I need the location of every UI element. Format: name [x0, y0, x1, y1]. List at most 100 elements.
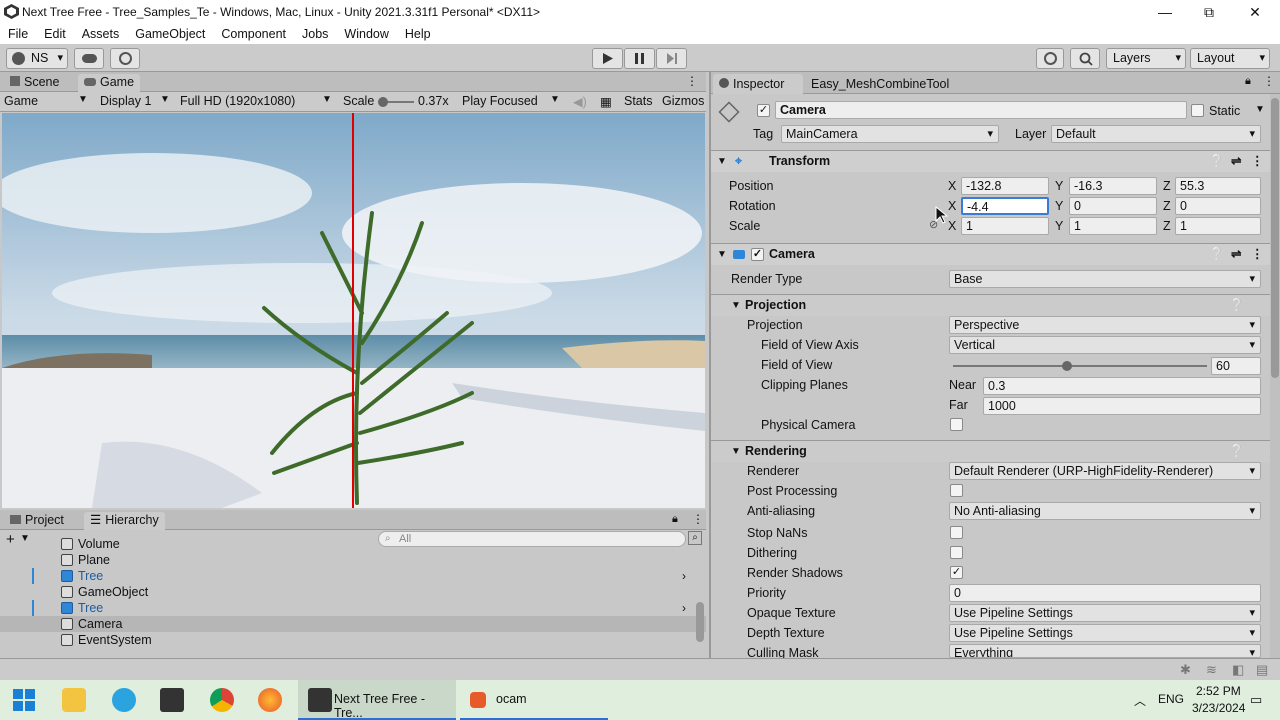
layers-dropdown[interactable]: Layers	[1106, 48, 1186, 69]
lock-icon[interactable]: 🔒︎	[672, 513, 678, 526]
notification-center-icon[interactable]: ▭	[1250, 692, 1262, 708]
more-options-icon[interactable]: ⋮	[692, 512, 704, 526]
camera-enabled-checkbox[interactable]: ✓	[751, 248, 764, 261]
tab-easy-mesh-combine[interactable]: Easy_MeshCombineTool	[805, 74, 955, 94]
history-button[interactable]	[1036, 48, 1064, 69]
fov-slider[interactable]	[953, 361, 1207, 371]
rotation-z-field[interactable]: 0	[1175, 197, 1261, 215]
object-name-field[interactable]: Camera	[775, 101, 1187, 119]
notification-icon[interactable]: ▤	[1256, 662, 1268, 678]
stats-button[interactable]: Stats	[624, 94, 653, 108]
transform-header[interactable]: ▼ ⌖ Transform ❔ ⇌ ⋮	[711, 150, 1271, 172]
taskbar-unity-window[interactable]: Next Tree Free - Tre...	[298, 680, 456, 720]
menu-window[interactable]: Window	[336, 27, 396, 41]
hierarchy-item[interactable]: Tree ›	[0, 568, 706, 584]
culling-mask-dropdown[interactable]: Everything	[949, 644, 1261, 658]
position-y-field[interactable]: -16.3	[1069, 177, 1157, 195]
projection-dropdown[interactable]: Perspective	[949, 316, 1261, 334]
lock-icon[interactable]: 🔒︎	[1245, 75, 1251, 88]
tab-scene[interactable]: Scene	[4, 74, 65, 92]
menu-help[interactable]: Help	[397, 27, 439, 41]
physical-camera-checkbox[interactable]	[950, 418, 963, 431]
anti-aliasing-dropdown[interactable]: No Anti-aliasing	[949, 502, 1261, 520]
menu-edit[interactable]: Edit	[36, 27, 74, 41]
presets-icon[interactable]: ⇌	[1231, 151, 1241, 172]
chevron-down-icon[interactable]: ▼	[1255, 104, 1265, 115]
position-x-field[interactable]: -132.8	[961, 177, 1049, 195]
priority-field[interactable]: 0	[949, 584, 1261, 602]
active-checkbox[interactable]: ✓	[757, 104, 770, 117]
far-field[interactable]: 1000	[983, 397, 1261, 415]
help-icon[interactable]: ❔	[1229, 295, 1245, 316]
play-focused-dropdown[interactable]: Play Focused	[462, 94, 538, 108]
hierarchy-item[interactable]: Camera	[0, 616, 706, 632]
tab-game[interactable]: Game	[78, 74, 141, 92]
rotation-x-field[interactable]: -4.4	[961, 197, 1049, 215]
file-explorer-icon[interactable]	[62, 688, 86, 712]
telegram-icon[interactable]	[112, 688, 136, 712]
layer-dropdown[interactable]: Default	[1051, 125, 1261, 143]
tab-inspector[interactable]: Inspector	[713, 74, 803, 94]
renderer-dropdown[interactable]: Default Renderer (URP-HighFidelity-Rende…	[949, 462, 1261, 480]
fov-slider-handle[interactable]	[1062, 361, 1073, 371]
fov-axis-dropdown[interactable]: Vertical	[949, 336, 1261, 354]
hierarchy-item[interactable]: Tree ›	[0, 600, 706, 616]
hierarchy-scrollbar[interactable]	[696, 602, 704, 642]
help-icon[interactable]: ❔	[1209, 151, 1225, 172]
minimize-button[interactable]: —	[1142, 0, 1188, 24]
language-indicator[interactable]: ENG	[1158, 692, 1184, 706]
static-checkbox[interactable]	[1191, 104, 1204, 117]
taskbar-ocam-window[interactable]: ocam	[460, 680, 608, 720]
clock-time[interactable]: 2:52 PM	[1196, 684, 1241, 698]
keyboard-icon[interactable]: ▦	[600, 94, 612, 109]
position-z-field[interactable]: 55.3	[1175, 177, 1261, 195]
layout-dropdown[interactable]: Layout	[1190, 48, 1270, 69]
depth-texture-dropdown[interactable]: Use Pipeline Settings	[949, 624, 1261, 642]
progress-icon[interactable]: ◧	[1232, 662, 1244, 678]
tray-chevron-up-icon[interactable]: ︿	[1134, 692, 1146, 709]
camera-component-header[interactable]: ▼ ✓ Camera ❔ ⇌ ⋮	[711, 243, 1271, 265]
layers-stack-icon[interactable]: ≋	[1206, 662, 1217, 678]
dithering-checkbox[interactable]	[950, 546, 963, 559]
projection-section-header[interactable]: ▼ Projection ❔	[711, 294, 1271, 316]
display-dropdown[interactable]: Display 1	[100, 94, 151, 108]
chevron-right-icon[interactable]: ›	[682, 568, 686, 584]
pause-button[interactable]	[624, 48, 655, 69]
menu-jobs[interactable]: Jobs	[294, 27, 336, 41]
inspector-scrollbar-thumb[interactable]	[1271, 98, 1279, 378]
windows-start-icon[interactable]	[12, 688, 36, 712]
step-button[interactable]	[656, 48, 687, 69]
stop-nans-checkbox[interactable]	[950, 526, 963, 539]
more-options-icon[interactable]: ⋮	[686, 74, 698, 88]
gizmos-button[interactable]: Gizmos	[662, 94, 704, 108]
render-type-dropdown[interactable]: Base	[949, 270, 1261, 288]
mute-audio-icon[interactable]: ◀)	[573, 94, 587, 109]
tab-hierarchy[interactable]: ☰ Hierarchy	[84, 512, 165, 530]
more-options-icon[interactable]: ⋮	[1251, 151, 1264, 172]
close-button[interactable]: ✕	[1232, 0, 1278, 24]
opaque-texture-dropdown[interactable]: Use Pipeline Settings	[949, 604, 1261, 622]
inspector-scrollbar[interactable]	[1270, 94, 1280, 658]
clock-date[interactable]: 3/23/2024	[1192, 701, 1245, 715]
menu-assets[interactable]: Assets	[74, 27, 128, 41]
scale-z-field[interactable]: 1	[1175, 217, 1261, 235]
render-shadows-checkbox[interactable]: ✓	[950, 566, 963, 579]
tag-dropdown[interactable]: MainCamera	[781, 125, 999, 143]
help-icon[interactable]: ❔	[1209, 244, 1225, 265]
chevron-right-icon[interactable]: ›	[682, 600, 686, 616]
firefox-icon[interactable]	[258, 688, 282, 712]
rendering-section-header[interactable]: ▼ Rendering ❔	[711, 440, 1271, 462]
cloud-button[interactable]	[74, 48, 104, 69]
more-options-icon[interactable]: ⋮	[1251, 244, 1264, 265]
scale-slider-handle[interactable]	[378, 97, 389, 107]
near-field[interactable]: 0.3	[983, 377, 1261, 395]
scale-y-field[interactable]: 1	[1069, 217, 1157, 235]
hierarchy-item[interactable]: Plane	[0, 552, 706, 568]
help-icon[interactable]: ❔	[1229, 441, 1245, 462]
rotation-y-field[interactable]: 0	[1069, 197, 1157, 215]
debug-icon[interactable]: ✱	[1180, 662, 1191, 678]
play-button[interactable]	[592, 48, 623, 69]
account-dropdown[interactable]: NS	[6, 48, 68, 69]
game-viewport[interactable]	[2, 113, 705, 508]
menu-gameobject[interactable]: GameObject	[127, 27, 213, 41]
